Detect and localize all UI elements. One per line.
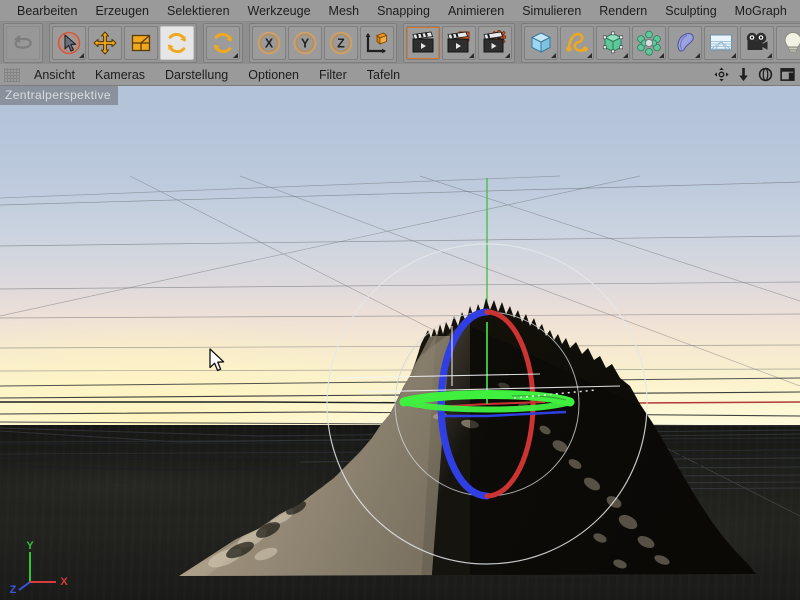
render-view-icon xyxy=(412,31,434,53)
vp-menu-tafeln[interactable]: Tafeln xyxy=(357,64,410,86)
viewport-menubar: Ansicht Kameras Darstellung Optionen Fil… xyxy=(0,64,800,86)
main-toolbar: X Y Z xyxy=(0,22,800,65)
lock-z-axis-button[interactable]: Z xyxy=(324,26,358,60)
menu-mograph[interactable]: MoGraph xyxy=(726,0,796,22)
axis-z-label: Z xyxy=(10,584,17,594)
add-mograph-button[interactable] xyxy=(632,26,666,60)
render-picture-viewer-button[interactable] xyxy=(442,26,476,60)
lock-x-axis-button[interactable]: X xyxy=(252,26,286,60)
add-light-button[interactable] xyxy=(776,26,800,60)
main-menubar: Bearbeiten Erzeugen Selektieren Werkzeug… xyxy=(0,0,800,22)
add-spline-button[interactable] xyxy=(560,26,594,60)
vp-menu-ansicht[interactable]: Ansicht xyxy=(24,64,85,86)
axis-x-icon: X xyxy=(257,31,281,55)
live-selection-tool[interactable] xyxy=(52,26,86,60)
tool-popup-corner-icon xyxy=(731,53,736,58)
rotation-gizmo[interactable] xyxy=(0,86,800,600)
render-settings-button[interactable] xyxy=(478,26,512,60)
tool-popup-corner-icon xyxy=(551,53,556,58)
tool-popup-corner-icon xyxy=(233,53,238,58)
tool-popup-corner-icon xyxy=(623,53,628,58)
scale-icon xyxy=(131,34,151,52)
render-view-button[interactable] xyxy=(406,26,440,60)
render-group xyxy=(403,23,515,63)
move-tool[interactable] xyxy=(88,26,122,60)
svg-text:Y: Y xyxy=(301,37,310,51)
rotate-icon xyxy=(168,32,186,54)
svg-text:Z: Z xyxy=(337,37,345,51)
add-deformer-button[interactable] xyxy=(668,26,702,60)
move-icon xyxy=(93,31,117,55)
vp-menu-kameras[interactable]: Kameras xyxy=(85,64,155,86)
axis-z-icon: Z xyxy=(329,31,353,55)
gizmo-axis-x-stub-2 xyxy=(486,401,546,405)
create-group xyxy=(521,23,800,63)
rotate-tool[interactable] xyxy=(160,26,194,60)
tool-popup-corner-icon xyxy=(587,53,592,58)
axis-y-label: Y xyxy=(26,540,34,552)
viewport-maximize-button[interactable] xyxy=(780,67,795,82)
transform-tool-group xyxy=(49,23,197,63)
menu-erzeugen[interactable]: Erzeugen xyxy=(86,0,158,22)
coordinate-system-button[interactable] xyxy=(360,26,394,60)
add-generator-button[interactable] xyxy=(596,26,630,60)
rotate-extra-group xyxy=(203,23,243,63)
cinema4d-window: Bearbeiten Erzeugen Selektieren Werkzeug… xyxy=(0,0,800,600)
vp-menu-filter[interactable]: Filter xyxy=(309,64,357,86)
tool-popup-corner-icon xyxy=(659,53,664,58)
undo-icon xyxy=(14,35,32,49)
lock-y-axis-button[interactable]: Y xyxy=(288,26,322,60)
light-bulb-icon xyxy=(784,31,800,53)
viewport-axis-indicator: Y X Z xyxy=(10,540,69,594)
menu-selektieren[interactable]: Selektieren xyxy=(158,0,239,22)
menu-werkzeuge[interactable]: Werkzeuge xyxy=(239,0,320,22)
svg-text:X: X xyxy=(265,37,274,51)
tool-popup-corner-icon xyxy=(505,53,510,58)
axis-lock-group: X Y Z xyxy=(249,23,397,63)
axis-z-line xyxy=(18,581,31,591)
world-object-coord-icon xyxy=(365,32,388,54)
viewport-rotate-button[interactable] xyxy=(758,67,773,82)
menu-snapping[interactable]: Snapping xyxy=(368,0,439,22)
menu-charakter[interactable]: Charakter xyxy=(796,0,800,22)
gizmo-axis-z-stub xyxy=(440,410,567,418)
axis-x-label: X xyxy=(60,576,68,588)
viewport-dolly-button[interactable] xyxy=(736,67,751,82)
add-primitive-button[interactable] xyxy=(524,26,558,60)
menu-rendern[interactable]: Rendern xyxy=(590,0,656,22)
history-group xyxy=(3,23,43,63)
undo-button[interactable] xyxy=(6,26,40,60)
menu-mesh[interactable]: Mesh xyxy=(320,0,369,22)
add-environment-button[interactable] xyxy=(704,26,738,60)
menu-sculpting[interactable]: Sculpting xyxy=(656,0,725,22)
tool-popup-corner-icon xyxy=(79,53,84,58)
scale-tool[interactable] xyxy=(124,26,158,60)
viewport-nav-icons xyxy=(714,67,800,82)
menu-bearbeiten[interactable]: Bearbeiten xyxy=(8,0,86,22)
axis-y-icon: Y xyxy=(293,31,317,55)
vp-menu-optionen[interactable]: Optionen xyxy=(238,64,309,86)
tool-popup-corner-icon xyxy=(695,53,700,58)
perspective-viewport[interactable]: Zentralperspektive Y X Z xyxy=(0,86,800,600)
viewport-label: Zentralperspektive xyxy=(0,86,118,105)
menu-simulieren[interactable]: Simulieren xyxy=(513,0,590,22)
tool-popup-corner-icon xyxy=(469,53,474,58)
rotate-alt-tool[interactable] xyxy=(206,26,240,60)
tool-popup-corner-icon xyxy=(767,53,772,58)
menu-animieren[interactable]: Animieren xyxy=(439,0,513,22)
drag-grip-icon[interactable] xyxy=(4,67,20,82)
viewport-pan-button[interactable] xyxy=(714,67,729,82)
vp-menu-darstellung[interactable]: Darstellung xyxy=(155,64,238,86)
add-camera-button[interactable] xyxy=(740,26,774,60)
